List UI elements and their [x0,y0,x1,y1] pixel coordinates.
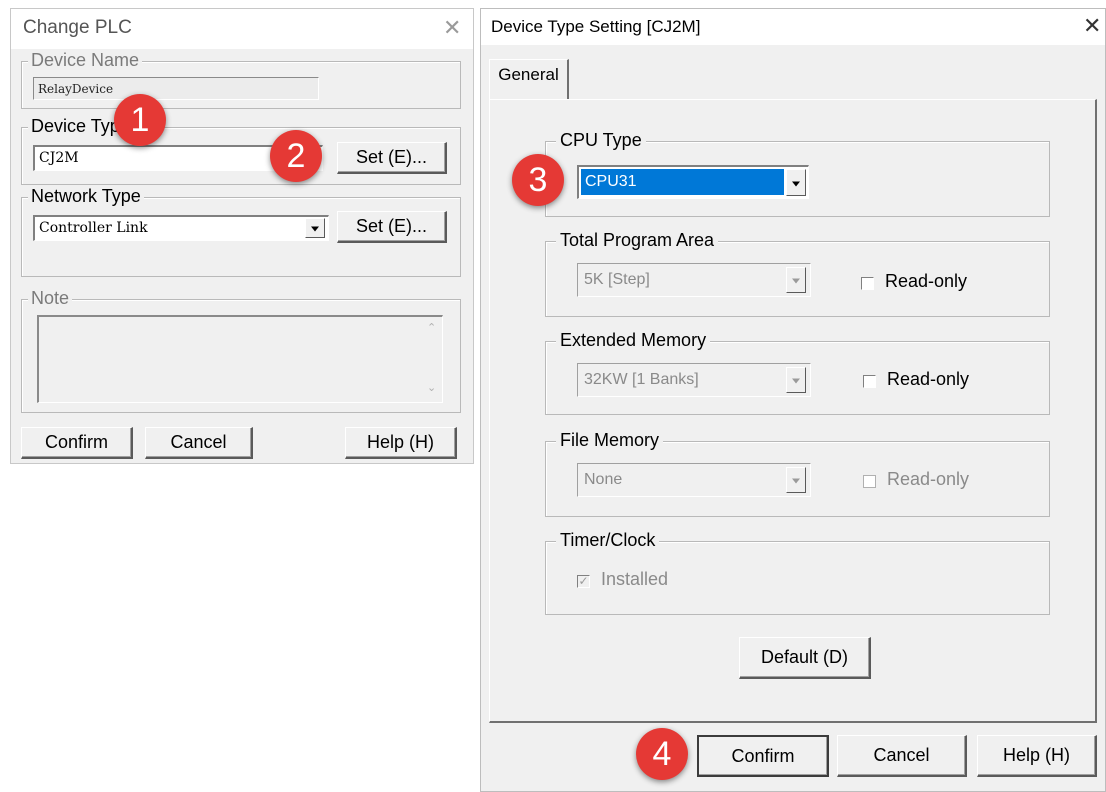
timer-clock-installed-label: Installed [601,569,669,589]
total-program-area-select: 5K [Step] [577,263,811,297]
change-plc-title: Change PLC [23,17,132,38]
chevron-down-icon[interactable] [305,218,325,238]
network-type-set-label: Set (E)... [355,216,427,236]
network-type-legend: Network Type [28,185,144,207]
extended-memory-readonly-checkbox[interactable] [863,375,876,388]
network-type-set-button[interactable]: Set (E)... [337,211,447,243]
total-program-area-value: 5K [Step] [584,271,650,288]
annotation-badge-4: 4 [636,728,688,780]
file-memory-readonly-label: Read-only [887,469,970,489]
annotation-badge-2: 2 [270,130,322,182]
file-memory-legend: File Memory [556,429,664,451]
help-label: Help (H) [1002,745,1070,765]
help-button[interactable]: Help (H) [345,427,457,459]
confirm-label: Confirm [731,746,795,766]
close-icon[interactable]: ✕ [1083,13,1101,39]
timer-clock-legend: Timer/Clock [556,529,660,551]
timer-clock-installed-checkbox: ✓ [577,574,590,588]
extended-memory-select: 32KW [1 Banks] [577,363,811,397]
network-type-select[interactable]: Controller Link [33,215,329,241]
note-legend: Note [28,287,73,309]
note-textarea[interactable]: ⌃ ⌄ [37,315,443,403]
extended-memory-value: 32KW [1 Banks] [584,371,699,388]
file-memory-select: None [577,463,811,497]
extended-memory-legend: Extended Memory [556,329,711,351]
cpu-type-select[interactable]: CPU31 [577,165,809,199]
confirm-button[interactable]: Confirm [697,735,829,777]
total-program-area-legend: Total Program Area [556,229,719,251]
chevron-down-icon [786,267,806,293]
cpu-type-legend: CPU Type [556,129,646,151]
device-name-legend: Device Name [28,49,143,71]
file-memory-value: None [584,471,623,488]
annotation-badge-1: 1 [114,94,166,146]
chevron-down-icon [786,367,806,393]
default-button[interactable]: Default (D) [739,637,871,679]
file-memory-readonly-checkbox [863,475,876,488]
chevron-down-icon[interactable] [786,169,806,196]
cpu-type-value: CPU31 [581,169,784,195]
annotation-badge-3: 3 [512,154,564,206]
scroll-down-icon[interactable]: ⌄ [427,381,436,394]
default-label: Default (D) [760,647,849,667]
help-button[interactable]: Help (H) [977,735,1097,777]
device-type-set-button[interactable]: Set (E)... [337,142,447,174]
cancel-button[interactable]: Cancel [145,427,253,459]
confirm-label: Confirm [44,432,108,452]
scroll-up-icon[interactable]: ⌃ [427,321,436,334]
network-type-value: Controller Link [39,220,148,236]
cancel-label: Cancel [170,432,227,452]
device-type-setting-title: Device Type Setting [CJ2M] [491,17,701,36]
tab-general-label: General [498,65,559,84]
close-icon[interactable]: ✕ [443,15,461,41]
confirm-button[interactable]: Confirm [21,427,133,459]
tab-general[interactable]: General [489,59,569,99]
device-name-value: RelayDevice [38,82,114,96]
cancel-label: Cancel [873,745,930,765]
change-plc-dialog: Change PLC ✕ Device Name RelayDevice Dev… [10,8,474,464]
total-program-area-readonly-checkbox[interactable] [861,277,874,290]
extended-memory-readonly-label: Read-only [887,369,970,389]
device-type-setting-dialog: Device Type Setting [CJ2M] ✕ General CPU… [480,8,1106,792]
device-type-set-label: Set (E)... [355,147,427,167]
help-label: Help (H) [366,432,434,452]
device-name-field: RelayDevice [33,77,319,100]
chevron-down-icon [786,467,806,493]
total-program-area-readonly-label: Read-only [885,271,968,291]
cancel-button[interactable]: Cancel [837,735,967,777]
